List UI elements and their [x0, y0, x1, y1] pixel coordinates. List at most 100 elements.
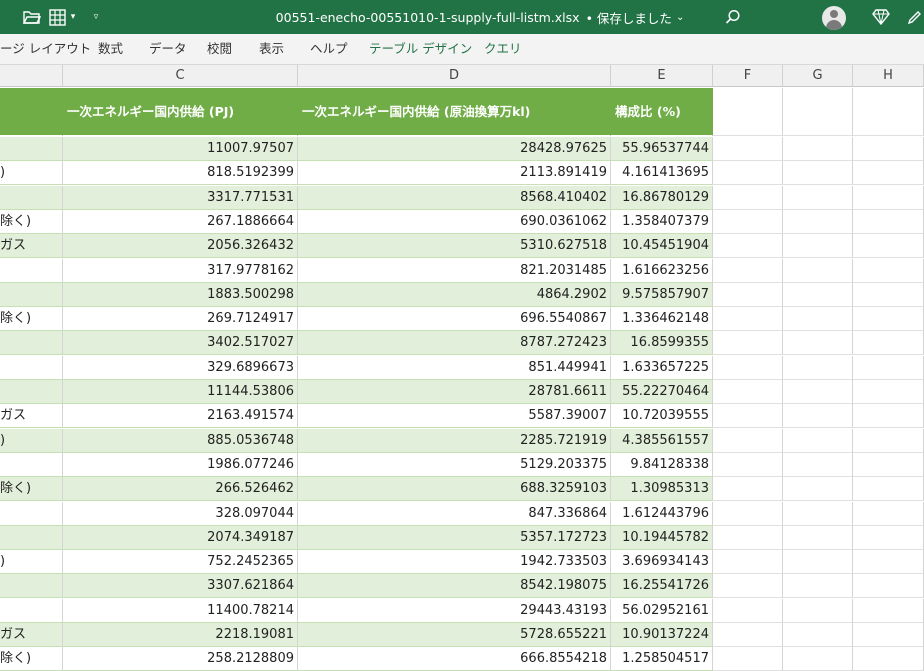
empty-cell[interactable]: [783, 307, 853, 332]
tab-page-layout[interactable]: ージ レイアウト: [0, 34, 91, 64]
customize-qat-icon[interactable]: ▿: [90, 0, 102, 34]
value-cell[interactable]: 885.0536748: [63, 428, 298, 453]
tab-review[interactable]: 校閲: [207, 34, 232, 64]
empty-cell[interactable]: [713, 161, 783, 186]
empty-cell[interactable]: [783, 209, 853, 234]
empty-cell[interactable]: [783, 550, 853, 575]
header-cell-b[interactable]: [0, 88, 63, 136]
value-cell[interactable]: 9.575857907: [611, 282, 713, 307]
header-cell-c[interactable]: 一次エネルギー国内供給 (PJ): [63, 88, 298, 136]
empty-cell[interactable]: [853, 88, 924, 136]
value-cell[interactable]: 55.96537744: [611, 137, 713, 161]
table-icon[interactable]: [46, 0, 68, 34]
empty-cell[interactable]: [853, 550, 924, 575]
value-cell[interactable]: 688.3259103: [298, 477, 611, 502]
empty-cell[interactable]: [853, 525, 924, 550]
value-cell[interactable]: 1.633657225: [611, 355, 713, 380]
value-cell[interactable]: 5310.627518: [298, 234, 611, 259]
value-cell[interactable]: 821.2031485: [298, 258, 611, 283]
tab-table-design[interactable]: テーブル デザイン: [369, 34, 472, 64]
empty-cell[interactable]: [853, 307, 924, 332]
empty-cell[interactable]: [853, 598, 924, 623]
column-header-b[interactable]: [0, 65, 63, 87]
empty-cell[interactable]: [853, 404, 924, 429]
empty-cell[interactable]: [713, 88, 783, 136]
row-label-cell[interactable]: [0, 452, 63, 477]
empty-cell[interactable]: [713, 647, 783, 671]
empty-cell[interactable]: [713, 501, 783, 526]
empty-cell[interactable]: [783, 380, 853, 404]
account-icon[interactable]: [822, 6, 846, 30]
empty-cell[interactable]: [783, 501, 853, 526]
empty-cell[interactable]: [713, 574, 783, 599]
pen-icon[interactable]: [904, 0, 924, 34]
value-cell[interactable]: 16.25541726: [611, 574, 713, 599]
empty-cell[interactable]: [853, 574, 924, 599]
empty-cell[interactable]: [853, 355, 924, 380]
empty-cell[interactable]: [713, 428, 783, 453]
value-cell[interactable]: 56.02952161: [611, 598, 713, 623]
empty-cell[interactable]: [713, 355, 783, 380]
value-cell[interactable]: 2285.721919: [298, 428, 611, 453]
empty-cell[interactable]: [853, 209, 924, 234]
empty-cell[interactable]: [713, 525, 783, 550]
value-cell[interactable]: 317.9778162: [63, 258, 298, 283]
value-cell[interactable]: 818.5192399: [63, 161, 298, 186]
empty-cell[interactable]: [853, 501, 924, 526]
empty-cell[interactable]: [853, 452, 924, 477]
value-cell[interactable]: 11007.97507: [63, 137, 298, 161]
value-cell[interactable]: 10.19445782: [611, 525, 713, 550]
row-label-cell[interactable]: [0, 598, 63, 623]
value-cell[interactable]: 1883.500298: [63, 282, 298, 307]
row-label-cell[interactable]: [0, 380, 63, 404]
tab-query[interactable]: クエリ: [484, 34, 522, 64]
value-cell[interactable]: 10.72039555: [611, 404, 713, 429]
empty-cell[interactable]: [713, 307, 783, 332]
search-icon[interactable]: [722, 0, 744, 34]
chevron-down-icon[interactable]: ▾: [68, 0, 78, 34]
value-cell[interactable]: 10.90137224: [611, 623, 713, 647]
row-label-cell[interactable]: [0, 355, 63, 380]
row-label-cell[interactable]: ): [0, 161, 63, 186]
column-header-c[interactable]: C: [63, 65, 298, 87]
value-cell[interactable]: 2113.891419: [298, 161, 611, 186]
value-cell[interactable]: 752.2452365: [63, 550, 298, 575]
empty-cell[interactable]: [713, 477, 783, 502]
value-cell[interactable]: 1942.733503: [298, 550, 611, 575]
empty-cell[interactable]: [713, 380, 783, 404]
value-cell[interactable]: 11400.78214: [63, 598, 298, 623]
row-label-cell[interactable]: ガス: [0, 404, 63, 429]
empty-cell[interactable]: [713, 598, 783, 623]
empty-cell[interactable]: [783, 574, 853, 599]
value-cell[interactable]: 851.449941: [298, 355, 611, 380]
row-label-cell[interactable]: ガス: [0, 623, 63, 647]
value-cell[interactable]: 328.097044: [63, 501, 298, 526]
empty-cell[interactable]: [853, 477, 924, 502]
value-cell[interactable]: 16.86780129: [611, 185, 713, 210]
column-header-e[interactable]: E: [611, 65, 713, 87]
value-cell[interactable]: 3317.771531: [63, 185, 298, 210]
value-cell[interactable]: 8787.272423: [298, 331, 611, 356]
empty-cell[interactable]: [853, 234, 924, 259]
empty-cell[interactable]: [853, 647, 924, 671]
value-cell[interactable]: 4.161413695: [611, 161, 713, 186]
row-label-cell[interactable]: 除く): [0, 307, 63, 332]
empty-cell[interactable]: [783, 598, 853, 623]
row-label-cell[interactable]: [0, 331, 63, 356]
empty-cell[interactable]: [713, 258, 783, 283]
value-cell[interactable]: 1.258504517: [611, 647, 713, 671]
row-label-cell[interactable]: [0, 525, 63, 550]
empty-cell[interactable]: [783, 331, 853, 356]
tab-view[interactable]: 表示: [259, 34, 284, 64]
empty-cell[interactable]: [713, 623, 783, 647]
empty-cell[interactable]: [783, 258, 853, 283]
tab-formulas[interactable]: 数式: [98, 34, 123, 64]
value-cell[interactable]: 4.385561557: [611, 428, 713, 453]
empty-cell[interactable]: [853, 623, 924, 647]
value-cell[interactable]: 329.6896673: [63, 355, 298, 380]
empty-cell[interactable]: [853, 380, 924, 404]
empty-cell[interactable]: [783, 477, 853, 502]
empty-cell[interactable]: [783, 404, 853, 429]
empty-cell[interactable]: [783, 647, 853, 671]
value-cell[interactable]: 1.336462148: [611, 307, 713, 332]
